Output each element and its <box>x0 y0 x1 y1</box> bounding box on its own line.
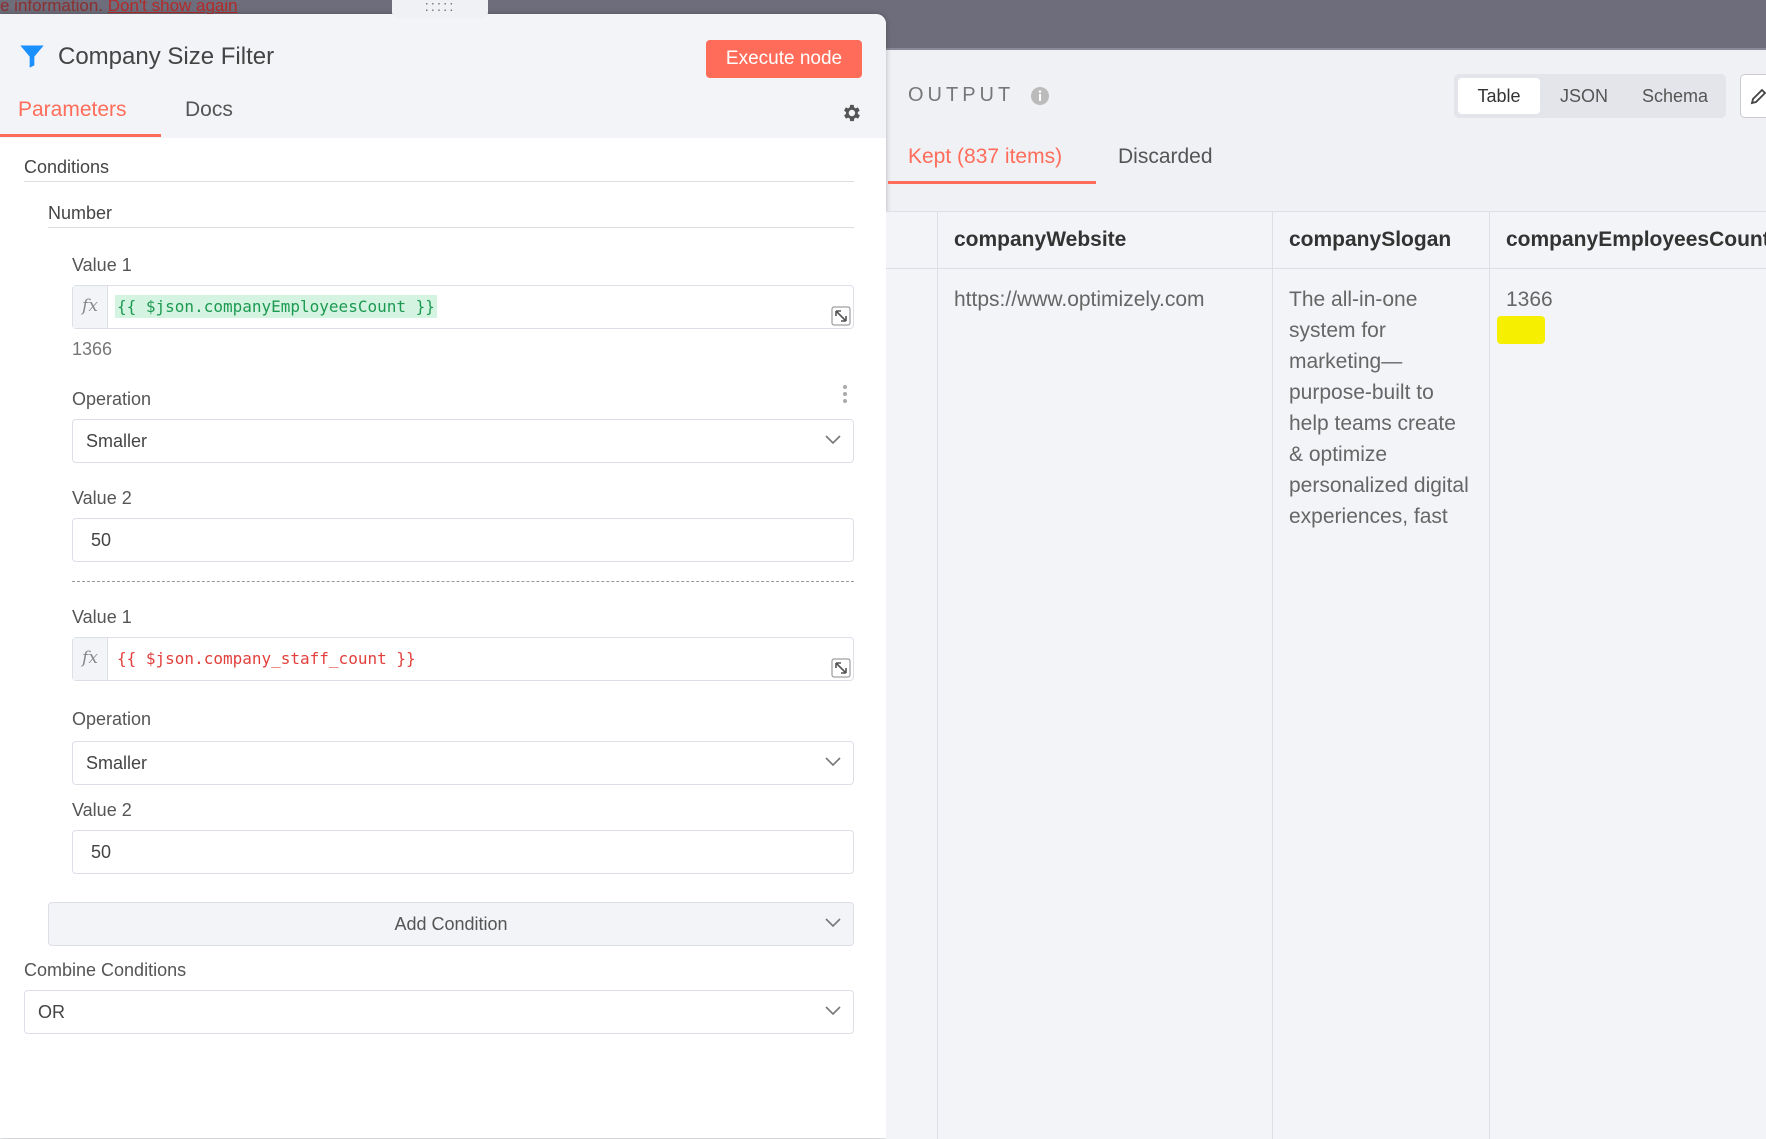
value2-label: Value 2 <box>72 488 132 508</box>
value2-input[interactable]: 50 <box>72 830 854 874</box>
dont-show-again-link[interactable]: Don't show again <box>108 0 238 15</box>
value1-result-hint: 1366 <box>72 339 113 359</box>
fx-icon: fx <box>73 638 108 680</box>
value1-expression-field[interactable]: fx {{ $json.company_staff_count }} <box>72 637 854 681</box>
value1-label: Value 1 <box>72 607 132 627</box>
pencil-icon <box>1750 88 1766 105</box>
fx-icon: fx <box>73 286 108 328</box>
edit-output-button[interactable] <box>1740 74 1766 118</box>
info-icon[interactable] <box>1030 86 1050 106</box>
value2-input[interactable]: 50 <box>72 518 854 562</box>
add-condition-label: Add Condition <box>394 914 508 934</box>
number-divider <box>48 227 854 228</box>
combine-selected-value: OR <box>38 1002 65 1022</box>
operation-selected-value: Smaller <box>86 431 148 451</box>
condition-separator <box>72 581 854 582</box>
output-heading: OUTPUT <box>908 84 1015 106</box>
operation-selected-value: Smaller <box>86 753 148 773</box>
output-view-toggle: Table JSON Schema <box>1454 74 1726 118</box>
panel-header: Company Size Filter Execute node Paramet… <box>0 14 886 138</box>
execute-node-button[interactable]: Execute node <box>706 40 862 78</box>
tab-parameters[interactable]: Parameters <box>18 98 127 122</box>
view-json-button[interactable]: JSON <box>1552 78 1616 114</box>
tab-docs[interactable]: Docs <box>185 98 233 122</box>
operation-select[interactable]: Smaller <box>72 419 854 463</box>
chevron-down-icon <box>825 757 841 767</box>
node-title[interactable]: Company Size Filter <box>58 43 274 71</box>
column-divider <box>1272 212 1273 1139</box>
value1-expression[interactable]: {{ $json.companyEmployeesCount }} <box>115 295 437 318</box>
active-tab-indicator <box>0 134 161 137</box>
add-condition-button[interactable]: Add Condition <box>48 902 854 946</box>
cell-company-employees-count: 1366 <box>1506 288 1553 311</box>
value1-expression-field[interactable]: fx {{ $json.companyEmployeesCount }} <box>72 285 854 329</box>
view-schema-button[interactable]: Schema <box>1630 78 1720 114</box>
column-divider <box>937 212 938 1139</box>
cell-company-website: https://www.optimizely.com <box>954 288 1205 311</box>
tab-discarded[interactable]: Discarded <box>1118 145 1213 169</box>
conditions-divider <box>24 181 854 182</box>
value1-expression[interactable]: {{ $json.company_staff_count }} <box>115 647 418 670</box>
operation-label: Operation <box>72 389 152 409</box>
value2-value: 50 <box>91 530 112 550</box>
column-divider <box>1489 212 1490 1139</box>
value2-label: Value 2 <box>72 800 132 820</box>
output-table: companyWebsite companySlogan companyEmpl… <box>886 211 1766 1139</box>
combine-conditions-label: Combine Conditions <box>24 960 187 980</box>
operation-select[interactable]: Smaller <box>72 741 854 785</box>
expand-icon[interactable] <box>831 306 851 326</box>
panel-drag-handle[interactable]: ::::: <box>392 0 488 18</box>
highlight-mark <box>1497 316 1545 344</box>
number-label: Number <box>48 203 113 223</box>
column-header-companyemployeescount[interactable]: companyEmployeesCount <box>1506 228 1766 252</box>
chevron-down-icon <box>825 1006 841 1016</box>
slogan-line: & optimize <box>1289 443 1388 466</box>
chevron-down-icon <box>825 918 841 928</box>
tab-kept[interactable]: Kept (837 items) <box>908 145 1062 169</box>
filter-icon <box>20 45 44 68</box>
slogan-line: purpose-built to <box>1289 381 1434 404</box>
gear-icon[interactable] <box>840 102 862 124</box>
more-options-icon[interactable] <box>842 384 848 404</box>
slogan-line: help teams create <box>1289 412 1456 435</box>
slogan-line: experiences, fast <box>1289 505 1448 528</box>
notice-text: e information. <box>0 0 103 15</box>
column-header-companywebsite[interactable]: companyWebsite <box>954 228 1126 252</box>
slogan-line: The all-in-one <box>1289 288 1418 311</box>
chevron-down-icon <box>825 435 841 445</box>
value1-label: Value 1 <box>72 255 132 275</box>
cell-company-slogan: The all-in-one system for marketing— pur… <box>1289 284 1489 532</box>
slogan-line: system for <box>1289 319 1386 342</box>
column-header-companyslogan[interactable]: companySlogan <box>1289 228 1451 252</box>
value2-value: 50 <box>91 842 112 862</box>
slogan-line: personalized digital <box>1289 474 1469 497</box>
slogan-line: marketing— <box>1289 350 1403 373</box>
conditions-label: Conditions <box>24 157 110 177</box>
active-output-tab-indicator <box>888 181 1096 184</box>
operation-label: Operation <box>72 709 152 729</box>
combine-conditions-select[interactable]: OR <box>24 990 854 1034</box>
view-table-button[interactable]: Table <box>1458 78 1540 114</box>
expand-icon[interactable] <box>831 658 851 678</box>
